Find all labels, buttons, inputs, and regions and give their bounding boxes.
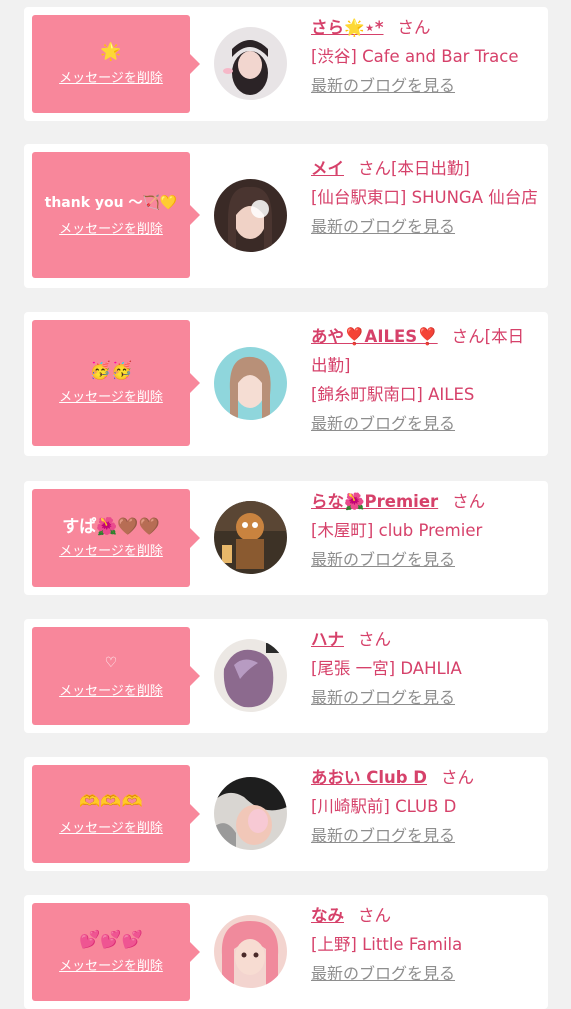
list-item: thank you 〜🏹💛 メッセージを削除 メイ さん[本日出勤] [仙台駅東口…	[24, 144, 548, 288]
profile-info: なみ さん [上野] Little Famila 最新のブログを見る	[311, 901, 538, 988]
latest-blog-link[interactable]: 最新のブログを見る	[311, 688, 455, 707]
shop-name: [木屋町] club Premier	[311, 521, 483, 540]
shop-name: [錦糸町駅南口] AILES	[311, 385, 475, 404]
message-text: すぱ🌺🤎🤎	[62, 517, 160, 537]
latest-blog-link[interactable]: 最新のブログを見る	[311, 550, 455, 569]
message-text: 🫶🫶🫶	[79, 792, 143, 812]
list-item: 🥳🥳 メッセージを削除 あや❣️AILES❣️ さん[本日出勤] [錦糸町駅南口]…	[24, 312, 548, 456]
avatar[interactable]	[214, 777, 287, 850]
cast-name-link[interactable]: メイ	[311, 159, 344, 178]
message-text: 🥳🥳	[89, 361, 133, 381]
avatar[interactable]	[214, 501, 287, 574]
cast-name-link[interactable]: さら🌟⋆*	[311, 18, 384, 37]
honorific: さん	[358, 159, 391, 178]
message-text: 🌟	[100, 42, 122, 62]
shop-name: [尾張 一宮] DAHLIA	[311, 659, 462, 678]
message-text: ♡	[104, 655, 118, 671]
avatar[interactable]	[214, 27, 287, 100]
message-bubble: 🫶🫶🫶 メッセージを削除	[32, 765, 200, 863]
message-text: thank you 〜🏹💛	[44, 195, 178, 211]
delete-message-link[interactable]: メッセージを削除	[59, 389, 163, 407]
message-text: 💕💕💕	[79, 930, 143, 950]
latest-blog-link[interactable]: 最新のブログを見る	[311, 826, 455, 845]
shop-name: [川崎駅前] CLUB D	[311, 797, 457, 816]
cast-name-link[interactable]: なみ	[311, 906, 344, 925]
cast-name-link[interactable]: らな🌺Premier	[311, 492, 438, 511]
list-item: 💕💕💕 メッセージを削除 なみ さん [上野] Little Famila 最新の…	[24, 895, 548, 1009]
delete-message-link[interactable]: メッセージを削除	[59, 820, 163, 838]
message-bubble: すぱ🌺🤎🤎 メッセージを削除	[32, 489, 200, 587]
status-text: [本日出勤]	[391, 159, 470, 178]
delete-message-link[interactable]: メッセージを削除	[59, 221, 163, 239]
latest-blog-link[interactable]: 最新のブログを見る	[311, 964, 455, 983]
delete-message-link[interactable]: メッセージを削除	[59, 70, 163, 88]
profile-info: あおい Club D さん [川崎駅前] CLUB D 最新のブログを見る	[311, 763, 538, 850]
list-item: すぱ🌺🤎🤎 メッセージを削除 らな🌺Premier さん [木屋町] club P…	[24, 481, 548, 595]
honorific: さん	[358, 630, 391, 649]
shop-name: [上野] Little Famila	[311, 935, 463, 954]
message-list: 🌟 メッセージを削除 さら🌟⋆* さん [渋谷] Cafe and Bar Tra…	[0, 0, 571, 1009]
profile-info: らな🌺Premier さん [木屋町] club Premier 最新のブログを見…	[311, 487, 538, 574]
honorific: さん	[441, 768, 475, 787]
profile-info: ハナ さん [尾張 一宮] DAHLIA 最新のブログを見る	[311, 625, 538, 712]
cast-name-link[interactable]: あや❣️AILES❣️	[311, 327, 438, 346]
honorific: さん	[452, 492, 486, 511]
message-bubble: thank you 〜🏹💛 メッセージを削除	[32, 152, 200, 278]
cast-name-link[interactable]: あおい Club D	[311, 768, 427, 787]
avatar[interactable]	[214, 915, 287, 988]
cast-name-link[interactable]: ハナ	[311, 630, 344, 649]
message-bubble: 🌟 メッセージを削除	[32, 15, 200, 113]
avatar[interactable]	[214, 347, 287, 420]
list-item: 🌟 メッセージを削除 さら🌟⋆* さん [渋谷] Cafe and Bar Tra…	[24, 7, 548, 121]
delete-message-link[interactable]: メッセージを削除	[59, 683, 163, 701]
honorific: さん	[451, 327, 485, 346]
latest-blog-link[interactable]: 最新のブログを見る	[311, 414, 455, 433]
profile-info: さら🌟⋆* さん [渋谷] Cafe and Bar Trace 最新のブログを見…	[311, 13, 538, 100]
delete-message-link[interactable]: メッセージを削除	[59, 958, 163, 976]
honorific: さん	[358, 906, 391, 925]
latest-blog-link[interactable]: 最新のブログを見る	[311, 217, 455, 236]
profile-info: あや❣️AILES❣️ さん[本日出勤] [錦糸町駅南口] AILES 最新のブロ…	[311, 322, 538, 438]
avatar[interactable]	[214, 179, 287, 252]
honorific: さん	[397, 18, 431, 37]
shop-name: [仙台駅東口] SHUNGA 仙台店	[311, 188, 538, 207]
shop-name: [渋谷] Cafe and Bar Trace	[311, 47, 519, 66]
list-item: ♡ メッセージを削除 ハナ さん [尾張 一宮] DAHLIA 最新のブログを見る	[24, 619, 548, 733]
message-bubble: ♡ メッセージを削除	[32, 627, 200, 725]
message-bubble: 🥳🥳 メッセージを削除	[32, 320, 200, 446]
latest-blog-link[interactable]: 最新のブログを見る	[311, 76, 455, 95]
profile-info: メイ さん[本日出勤] [仙台駅東口] SHUNGA 仙台店 最新のブログを見る	[311, 154, 538, 241]
avatar[interactable]	[214, 639, 287, 712]
message-bubble: 💕💕💕 メッセージを削除	[32, 903, 200, 1001]
delete-message-link[interactable]: メッセージを削除	[59, 543, 163, 561]
list-item: 🫶🫶🫶 メッセージを削除 あおい Club D さん [川崎駅前] CLUB D …	[24, 757, 548, 871]
